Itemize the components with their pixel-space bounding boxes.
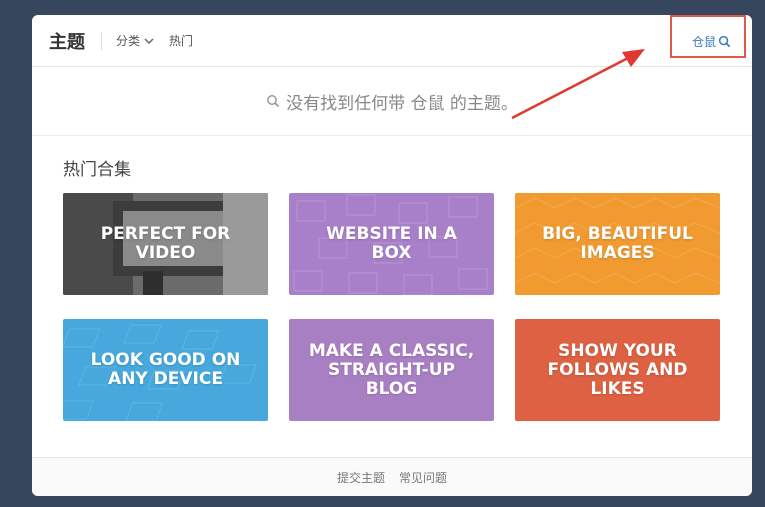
collections-heading: 热门合集	[63, 160, 131, 180]
collection-card-website[interactable]: WEBSITE IN A BOX	[289, 193, 494, 295]
search-icon	[718, 35, 731, 48]
card-label: MAKE A CLASSIC, STRAIGHT-UP BLOG	[308, 340, 475, 399]
empty-message: 没有找到任何带 仓鼠 的主题。	[286, 93, 518, 114]
collection-card-device[interactable]: LOOK GOOD ON ANY DEVICE	[63, 319, 268, 421]
submit-theme-link[interactable]: 提交主题	[337, 469, 385, 486]
card-label: PERFECT FOR VIDEO	[100, 224, 231, 263]
page-title: 主题	[49, 32, 85, 53]
themes-panel: 主题 分类 热门 仓鼠 没有找到任何带 仓鼠 的主题。 热门合集 PERFECT…	[32, 15, 752, 496]
nav-category-label: 分类	[116, 34, 141, 48]
card-label: SHOW YOUR FOLLOWS AND LIKES	[547, 340, 688, 399]
nav-category-dropdown[interactable]: 分类	[116, 32, 154, 49]
search-query-button[interactable]: 仓鼠	[692, 33, 731, 50]
header-divider	[101, 32, 102, 50]
collection-card-blog[interactable]: MAKE A CLASSIC, STRAIGHT-UP BLOG	[289, 319, 494, 421]
card-label: LOOK GOOD ON ANY DEVICE	[90, 350, 241, 389]
nav-hot-link[interactable]: 热门	[169, 32, 193, 49]
collection-card-video[interactable]: PERFECT FOR VIDEO	[63, 193, 268, 295]
card-label: BIG, BEAUTIFUL IMAGES	[542, 224, 693, 263]
faq-link[interactable]: 常见问题	[399, 469, 447, 486]
collection-card-follows[interactable]: SHOW YOUR FOLLOWS AND LIKES	[515, 319, 720, 421]
card-label: WEBSITE IN A BOX	[326, 224, 457, 263]
chevron-down-icon	[144, 37, 154, 44]
search-query-text: 仓鼠	[692, 35, 717, 49]
header-bar: 主题 分类 热门 仓鼠	[32, 15, 752, 67]
empty-result: 没有找到任何带 仓鼠 的主题。	[32, 67, 752, 136]
search-icon	[267, 95, 280, 108]
collection-card-images[interactable]: BIG, BEAUTIFUL IMAGES	[515, 193, 720, 295]
footer-bar: 提交主题 常见问题	[32, 457, 752, 496]
